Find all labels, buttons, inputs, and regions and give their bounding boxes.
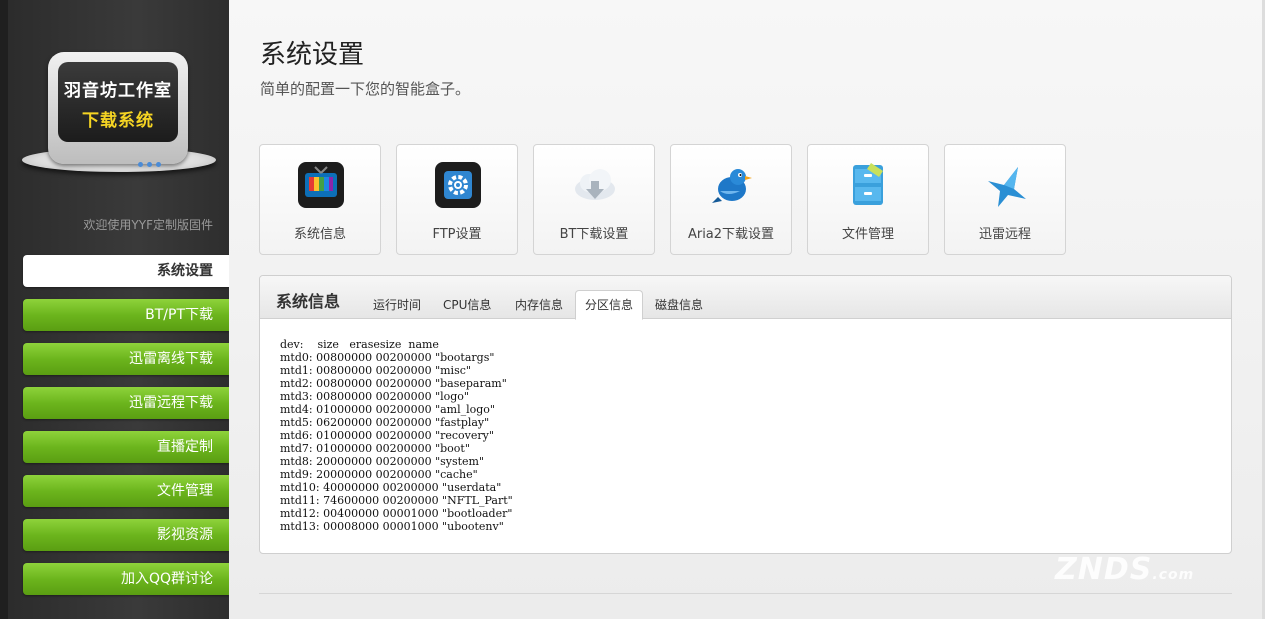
tile-label: BT下载设置: [559, 227, 629, 242]
tab-cpu-info[interactable]: CPU信息: [437, 292, 497, 318]
watermark-text: ZNDS: [1055, 552, 1153, 587]
tile-thunder-remote[interactable]: 迅雷远程: [944, 144, 1066, 255]
page-title: 系统设置: [260, 40, 365, 70]
logo-line2: 下载系统: [82, 111, 154, 131]
sidebar: 羽音坊工作室 下载系统 欢迎使用YYF定制版固件 系统设置 BT/PT下载 迅雷…: [0, 0, 229, 619]
tv-icon: [298, 162, 344, 208]
tile-aria2-settings[interactable]: Aria2下载设置: [670, 144, 792, 255]
divider: [259, 593, 1232, 594]
tile-label: 系统信息: [293, 227, 346, 242]
cloud-download-icon: [575, 169, 615, 200]
tab-memory-info[interactable]: 内存信息: [509, 292, 569, 318]
page-subtitle: 简单的配置一下您的智能盒子。: [260, 80, 471, 98]
tab-disk-info[interactable]: 磁盘信息: [649, 292, 709, 318]
logo-leds: [134, 152, 174, 167]
sidebar-item-live[interactable]: 直播定制: [23, 431, 229, 463]
partition-info-text: dev: size erasesize name mtd0: 00800000 …: [280, 338, 513, 533]
logo: 羽音坊工作室 下载系统: [20, 48, 220, 178]
sidebar-item-thunder-remote[interactable]: 迅雷远程下载: [23, 387, 229, 419]
sidebar-item-system-settings[interactable]: 系统设置: [23, 255, 229, 287]
sidebar-item-qq-group[interactable]: 加入QQ群讨论: [23, 563, 229, 595]
logo-line1: 羽音坊工作室: [64, 81, 172, 101]
system-info-panel: 系统信息 运行时间 CPU信息 内存信息 分区信息 磁盘信息 dev: size…: [259, 275, 1232, 554]
sidebar-item-bt-pt[interactable]: BT/PT下载: [23, 299, 229, 331]
tab-partition-info[interactable]: 分区信息: [575, 290, 644, 320]
watermark-logo: ZNDS.com: [1055, 552, 1194, 587]
tile-ftp-settings[interactable]: FTP设置: [396, 144, 518, 255]
tile-label: Aria2下载设置: [687, 227, 775, 242]
gear-icon: [435, 162, 481, 208]
thunder-bird-icon: [988, 167, 1026, 207]
panel-header: 系统信息 运行时间 CPU信息 内存信息 分区信息 磁盘信息: [260, 276, 1231, 320]
watermark-suffix: .com: [1152, 567, 1195, 583]
main-content: 系统设置 简单的配置一下您的智能盒子。 系统信息 FTP设置 BT下载设置 Ar…: [229, 0, 1265, 619]
tile-file-manager[interactable]: 文件管理: [807, 144, 929, 255]
sidebar-item-thunder-offline[interactable]: 迅雷离线下载: [23, 343, 229, 375]
tile-system-info[interactable]: 系统信息: [259, 144, 381, 255]
tile-bt-settings[interactable]: BT下载设置: [533, 144, 655, 255]
sidebar-item-video-resources[interactable]: 影视资源: [23, 519, 229, 551]
tile-label: 文件管理: [841, 227, 894, 242]
bird-icon: [712, 169, 752, 203]
tab-uptime[interactable]: 运行时间: [367, 292, 427, 318]
welcome-text: 欢迎使用YYF定制版固件: [83, 218, 213, 232]
sidebar-item-file-manager[interactable]: 文件管理: [23, 475, 229, 507]
tile-label: FTP设置: [432, 227, 482, 242]
logo-tv-icon: 羽音坊工作室 下载系统: [48, 52, 188, 167]
panel-title: 系统信息: [276, 292, 341, 311]
logo-screen: 羽音坊工作室 下载系统: [58, 62, 178, 142]
file-cabinet-icon: [853, 163, 883, 205]
tile-label: 迅雷远程: [978, 227, 1031, 242]
